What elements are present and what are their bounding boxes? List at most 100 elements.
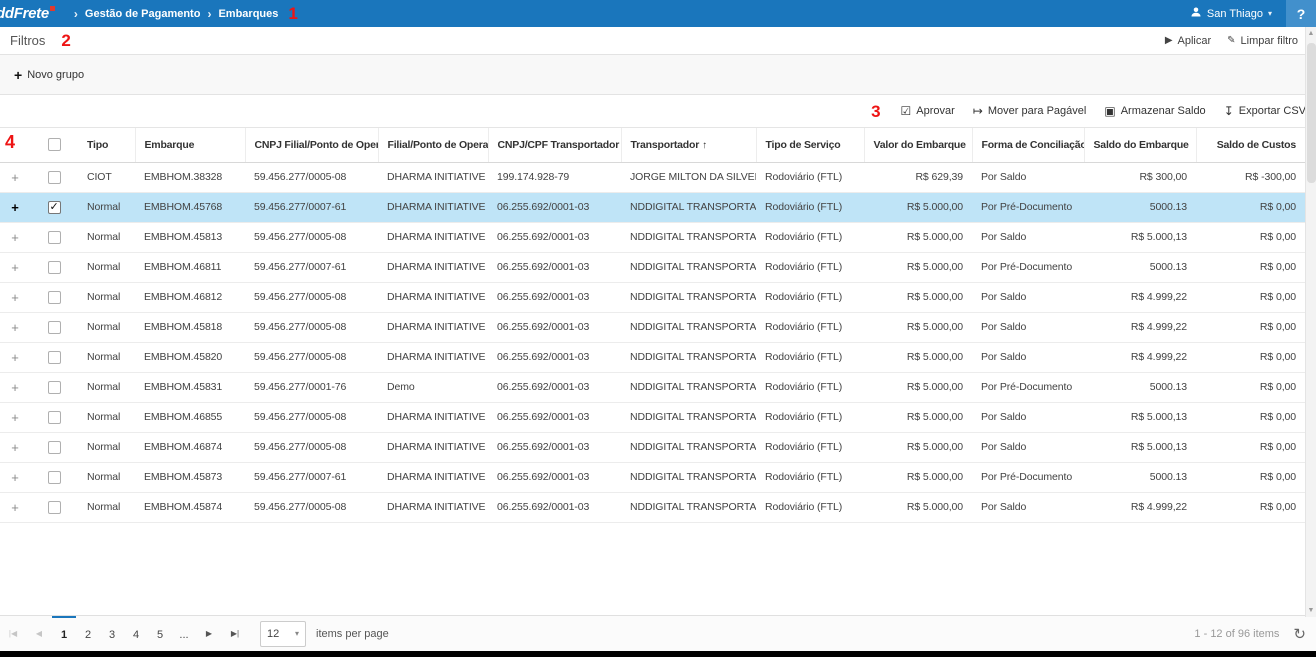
breadcrumb-item-gestao[interactable]: Gestão de Pagamento — [85, 8, 201, 20]
column-header-filial[interactable]: Filial/Ponto de Operação — [378, 128, 488, 162]
cell-cnpj-filial: 59.456.277/0005-08 — [245, 312, 378, 342]
column-header-cnpj-filial[interactable]: CNPJ Filial/Ponto de Operação — [245, 128, 378, 162]
expand-row-button[interactable]: + — [11, 260, 19, 275]
expand-row-button[interactable]: + — [11, 350, 19, 365]
row-checkbox[interactable] — [48, 381, 61, 394]
column-header-tipo-servico[interactable]: Tipo de Serviço — [756, 128, 864, 162]
clear-filter-button[interactable]: ✎ Limpar filtro — [1227, 35, 1298, 47]
approve-button[interactable]: ☑ Aprovar — [901, 104, 955, 118]
table-row[interactable]: +CIOTEMBHOM.3832859.456.277/0005-08DHARM… — [0, 162, 1305, 192]
store-balance-button[interactable]: ▣ Armazenar Saldo — [1104, 104, 1205, 118]
expand-row-button[interactable]: + — [11, 410, 19, 425]
row-checkbox[interactable] — [48, 411, 61, 424]
sort-asc-icon: ↑ — [702, 140, 707, 151]
cell-saldo-embarque: 5000.13 — [1084, 462, 1196, 492]
table-row[interactable]: +NormalEMBHOM.4583159.456.277/0001-76Dem… — [0, 372, 1305, 402]
table-row[interactable]: +NormalEMBHOM.4587359.456.277/0007-61DHA… — [0, 462, 1305, 492]
table-row[interactable]: +NormalEMBHOM.4582059.456.277/0005-08DHA… — [0, 342, 1305, 372]
cell-transportador: JORGE MILTON DA SILVEIRA — [621, 162, 756, 192]
page-button[interactable]: 3 — [100, 616, 124, 651]
table-row[interactable]: +NormalEMBHOM.4581859.456.277/0005-08DHA… — [0, 312, 1305, 342]
cell-forma-conciliacao: Por Saldo — [972, 162, 1084, 192]
cell-tipo: Normal — [78, 342, 135, 372]
scrollbar-thumb[interactable] — [1307, 43, 1316, 183]
scroll-up-icon[interactable]: ▲ — [1306, 30, 1316, 37]
row-checkbox[interactable] — [48, 171, 61, 184]
cell-embarque: EMBHOM.38328 — [135, 162, 245, 192]
refresh-icon[interactable]: ↻ — [1293, 625, 1306, 643]
table-row[interactable]: +NormalEMBHOM.4681259.456.277/0005-08DHA… — [0, 282, 1305, 312]
chevron-down-icon: ▾ — [295, 629, 299, 638]
row-checkbox[interactable] — [48, 261, 61, 274]
row-checkbox[interactable]: ✓ — [48, 201, 61, 214]
cell-cnpj-filial: 59.456.277/0007-61 — [245, 252, 378, 282]
app-root: ddFrete › Gestão de Pagamento › Embarque… — [0, 0, 1316, 657]
row-checkbox[interactable] — [48, 291, 61, 304]
select-all-checkbox[interactable] — [48, 138, 61, 151]
filter-panel: + Novo grupo — [0, 55, 1316, 95]
breadcrumb-item-embarques[interactable]: Embarques — [218, 8, 278, 20]
table-row[interactable]: +NormalEMBHOM.4681159.456.277/0007-61DHA… — [0, 252, 1305, 282]
checkbox-cell — [30, 402, 78, 432]
checkbox-cell — [30, 492, 78, 522]
page-button[interactable]: 2 — [76, 616, 100, 651]
row-checkbox[interactable] — [48, 471, 61, 484]
expand-row-button[interactable]: + — [11, 380, 19, 395]
cell-valor-embarque: R$ 5.000,00 — [864, 492, 972, 522]
column-header-forma-conciliacao[interactable]: Forma de Conciliação — [972, 128, 1084, 162]
expand-cell: + — [0, 282, 30, 312]
vertical-scrollbar[interactable]: ▲ ▼ — [1305, 27, 1316, 617]
row-checkbox[interactable] — [48, 231, 61, 244]
plus-icon: + — [14, 68, 22, 82]
expand-row-button[interactable]: + — [11, 290, 19, 305]
checkbox-cell — [30, 462, 78, 492]
new-group-button[interactable]: + Novo grupo — [14, 68, 84, 82]
row-checkbox[interactable] — [48, 351, 61, 364]
first-page-button[interactable]: |◀ — [0, 616, 26, 651]
cell-valor-embarque: R$ 5.000,00 — [864, 372, 972, 402]
column-header-cnpj-transportador[interactable]: CNPJ/CPF Transportador — [488, 128, 621, 162]
column-header-tipo[interactable]: Tipo — [78, 128, 135, 162]
table-row[interactable]: +NormalEMBHOM.4581359.456.277/0005-08DHA… — [0, 222, 1305, 252]
table-row[interactable]: +NormalEMBHOM.4685559.456.277/0005-08DHA… — [0, 402, 1305, 432]
expand-row-button[interactable]: + — [11, 170, 19, 185]
cell-saldo-custos: R$ 0,00 — [1196, 252, 1305, 282]
page-button[interactable]: 1 — [52, 616, 76, 651]
move-to-payable-button[interactable]: ↦ Mover para Pagável — [973, 104, 1087, 118]
column-header-valor-embarque[interactable]: Valor do Embarque — [864, 128, 972, 162]
expand-row-button[interactable]: + — [11, 440, 19, 455]
column-header-transportador[interactable]: Transportador↑ — [621, 128, 756, 162]
pager-more-button[interactable]: ... — [172, 616, 196, 651]
cell-tipo: Normal — [78, 252, 135, 282]
column-header-saldo-custos[interactable]: Saldo de Custos — [1196, 128, 1305, 162]
apply-filter-button[interactable]: ▶ Aplicar — [1165, 35, 1211, 47]
column-header-saldo-embarque[interactable]: Saldo do Embarque — [1084, 128, 1196, 162]
scroll-down-icon[interactable]: ▼ — [1306, 607, 1316, 614]
expand-row-button[interactable]: + — [11, 200, 19, 215]
row-checkbox[interactable] — [48, 321, 61, 334]
expand-cell: + — [0, 342, 30, 372]
cell-transportador: NDDIGITAL TRANSPORTADORA — [621, 282, 756, 312]
expand-row-button[interactable]: + — [11, 500, 19, 515]
row-checkbox[interactable] — [48, 441, 61, 454]
cell-embarque: EMBHOM.45831 — [135, 372, 245, 402]
cell-filial: DHARMA INITIATIVE — [378, 432, 488, 462]
page-button[interactable]: 4 — [124, 616, 148, 651]
last-page-button[interactable]: ▶| — [222, 616, 248, 651]
column-header-embarque[interactable]: Embarque — [135, 128, 245, 162]
table-row[interactable]: +✓NormalEMBHOM.4576859.456.277/0007-61DH… — [0, 192, 1305, 222]
next-page-button[interactable]: ▶ — [196, 616, 222, 651]
expand-row-button[interactable]: + — [11, 230, 19, 245]
prev-page-button[interactable]: ◀ — [26, 616, 52, 651]
table-row[interactable]: +NormalEMBHOM.4587459.456.277/0005-08DHA… — [0, 492, 1305, 522]
page-size-select[interactable]: 12 ▾ — [260, 621, 306, 647]
user-menu[interactable]: San Thiago ▾ — [1190, 6, 1272, 21]
expand-row-button[interactable]: + — [11, 320, 19, 335]
page-button[interactable]: 5 — [148, 616, 172, 651]
row-checkbox[interactable] — [48, 501, 61, 514]
cell-filial: DHARMA INITIATIVE MG — [378, 252, 488, 282]
help-button[interactable]: ? — [1286, 0, 1316, 27]
export-csv-button[interactable]: ↧ Exportar CSV — [1224, 104, 1306, 118]
table-row[interactable]: +NormalEMBHOM.4687459.456.277/0005-08DHA… — [0, 432, 1305, 462]
expand-row-button[interactable]: + — [11, 470, 19, 485]
